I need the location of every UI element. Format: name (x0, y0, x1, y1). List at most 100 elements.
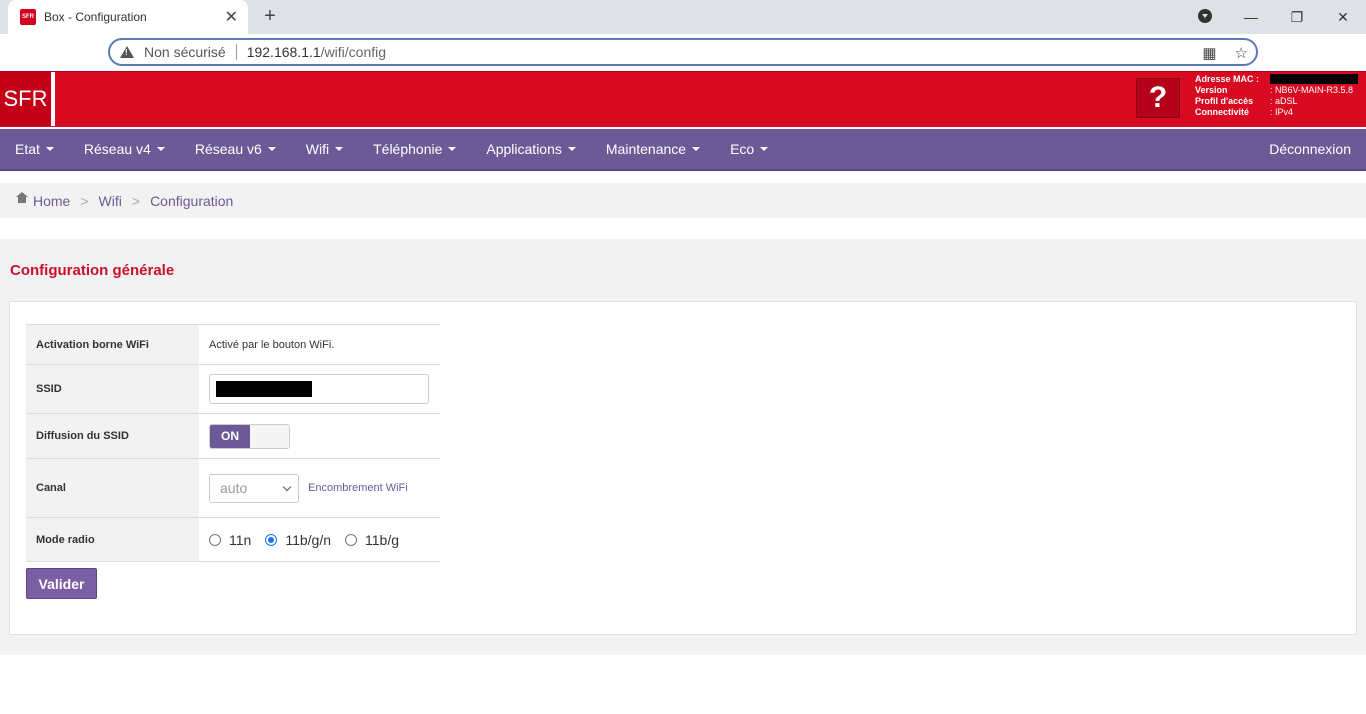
breadcrumb: Home > Wifi > Configuration (0, 183, 1366, 218)
logout-link[interactable]: Déconnexion (1254, 129, 1366, 169)
profile-menu-icon[interactable] (1182, 8, 1228, 26)
sfr-header: SFR ? Adresse MAC : Version : NB6V-MAIN-… (0, 71, 1366, 127)
nav-label: Applications (486, 141, 562, 157)
radio-11bg[interactable] (345, 533, 357, 546)
tab-title: Box - Configuration (44, 10, 147, 24)
toggle-on-label: ON (210, 424, 250, 448)
caret-down-icon (335, 147, 344, 151)
nav-item-eco[interactable]: Eco (715, 129, 783, 169)
caret-down-icon (692, 147, 701, 151)
new-tab-button[interactable]: + (258, 4, 282, 28)
radio-label[interactable]: 11n (229, 532, 251, 548)
row-activation: Activation borne WiFi Activé par le bout… (26, 324, 440, 365)
row-broadcast: Diffusion du SSID ON (26, 413, 440, 459)
nav-label: Réseau v6 (194, 141, 262, 157)
url-host: 192.168.1.1 (246, 44, 321, 60)
activation-value: Activé par le bouton WiFi. (199, 324, 440, 365)
radio-11bgn[interactable] (265, 533, 278, 546)
minimize-button[interactable]: — (1228, 9, 1274, 25)
config-table: Activation borne WiFi Activé par le bout… (26, 324, 440, 562)
config-section: Configuration générale Activation borne … (0, 239, 1366, 655)
browser-tab[interactable]: SFR Box - Configuration ✕ (8, 0, 248, 34)
breadcrumb-home[interactable]: Home (33, 193, 70, 209)
info-value: : IPv4 (1270, 107, 1294, 117)
sfr-logo[interactable]: SFR (0, 72, 55, 126)
url-text[interactable]: 192.168.1.1/wifi/config (247, 44, 386, 60)
row-radio-mode: Mode radio 11n 11b/g/n 11b/g (26, 517, 440, 562)
home-icon[interactable] (16, 191, 28, 206)
nav-item-reseau-v6[interactable]: Réseau v6 (180, 129, 291, 169)
wifi-congestion-link[interactable]: Encombrement WiFi (308, 482, 408, 494)
info-key: Connectivité (1195, 107, 1250, 117)
nav-label: Téléphonie (373, 141, 443, 157)
tab-close-icon[interactable]: ✕ (225, 7, 238, 27)
omnibox-icons: ▦ ☆ (1202, 44, 1248, 62)
qr-code-icon[interactable]: ▦ (1202, 44, 1216, 62)
breadcrumb-separator: > (131, 192, 141, 209)
caret-down-icon (156, 147, 165, 151)
info-key: Version (1195, 85, 1228, 95)
row-label: Mode radio (26, 517, 199, 562)
nav-item-wifi[interactable]: Wifi (291, 129, 358, 169)
warning-icon[interactable] (120, 46, 134, 58)
row-label: Activation borne WiFi (26, 324, 199, 365)
channel-select[interactable]: auto (209, 473, 299, 503)
nav-item-applications[interactable]: Applications (471, 129, 591, 169)
help-button[interactable]: ? (1136, 78, 1180, 118)
breadcrumb-configuration[interactable]: Configuration (150, 193, 233, 209)
browser-tabstrip: SFR Box - Configuration ✕ + — ❐ ✕ (0, 0, 1366, 34)
row-channel: Canal auto Encombrement WiFi (26, 458, 440, 518)
ssid-redacted (216, 381, 312, 397)
nav-label: Wifi (305, 141, 330, 157)
caret-down-icon (760, 147, 769, 151)
close-window-button[interactable]: ✕ (1320, 9, 1366, 26)
caret-down-icon (448, 147, 457, 151)
info-value: : NB6V-MAIN-R3.5.8 (1270, 85, 1354, 95)
box-info: Adresse MAC : Version : NB6V-MAIN-R3.5.8… (1195, 74, 1358, 118)
row-label: SSID (26, 364, 199, 414)
channel-selected: auto (220, 480, 248, 496)
info-row-profile: Profil d'accès : aDSL (1195, 96, 1358, 107)
radio-mode-group: 11n 11b/g/n 11b/g (209, 532, 440, 548)
row-label: Diffusion du SSID (26, 413, 199, 459)
info-row-version: Version : NB6V-MAIN-R3.5.8 (1195, 85, 1358, 96)
browser-toolbar: Non sécurisé 192.168.1.1/wifi/config ▦ ☆ (0, 34, 1366, 70)
breadcrumb-separator: > (80, 192, 89, 209)
nav-label: Maintenance (605, 141, 687, 157)
nav-item-reseau-v4[interactable]: Réseau v4 (69, 129, 180, 169)
info-key: Adresse MAC : (1195, 74, 1260, 84)
nav-item-telephonie[interactable]: Téléphonie (358, 129, 471, 169)
window-controls: — ❐ ✕ (1182, 0, 1366, 34)
main-nav: Etat Réseau v4 Réseau v6 Wifi Téléphonie… (0, 129, 1366, 171)
ssid-input[interactable] (209, 374, 429, 404)
nav-item-maintenance[interactable]: Maintenance (591, 129, 715, 169)
ssid-broadcast-toggle[interactable]: ON (209, 423, 290, 449)
info-row-mac: Adresse MAC : (1195, 74, 1358, 85)
toggle-handle (250, 424, 289, 448)
insecure-label[interactable]: Non sécurisé (144, 44, 226, 60)
nav-label: Eco (730, 141, 755, 157)
nav-label: Etat (15, 141, 40, 157)
section-title: Configuration générale (10, 262, 175, 279)
breadcrumb-wifi[interactable]: Wifi (99, 193, 122, 209)
config-card: Activation borne WiFi Activé par le bout… (9, 301, 1357, 635)
submit-button[interactable]: Valider (26, 568, 97, 599)
radio-label[interactable]: 11b/g/n (285, 532, 331, 548)
address-bar[interactable]: Non sécurisé 192.168.1.1/wifi/config ▦ ☆ (108, 38, 1258, 66)
sfr-favicon-icon: SFR (20, 9, 36, 25)
omnibox-divider (235, 44, 237, 60)
radio-label[interactable]: 11b/g (365, 532, 399, 548)
bookmark-star-icon[interactable]: ☆ (1235, 44, 1248, 62)
info-key: Profil d'accès (1195, 96, 1254, 106)
row-ssid: SSID (26, 364, 440, 414)
radio-11n[interactable] (209, 533, 221, 546)
nav-label: Réseau v4 (83, 141, 151, 157)
caret-down-icon (45, 147, 54, 151)
info-value: : aDSL (1270, 96, 1298, 106)
info-row-connectivity: Connectivité : IPv4 (1195, 107, 1358, 118)
nav-item-etat[interactable]: Etat (0, 129, 69, 169)
chevron-down-icon (282, 482, 292, 491)
maximize-button[interactable]: ❐ (1274, 9, 1320, 26)
caret-down-icon (567, 147, 576, 151)
caret-down-icon (267, 147, 276, 151)
